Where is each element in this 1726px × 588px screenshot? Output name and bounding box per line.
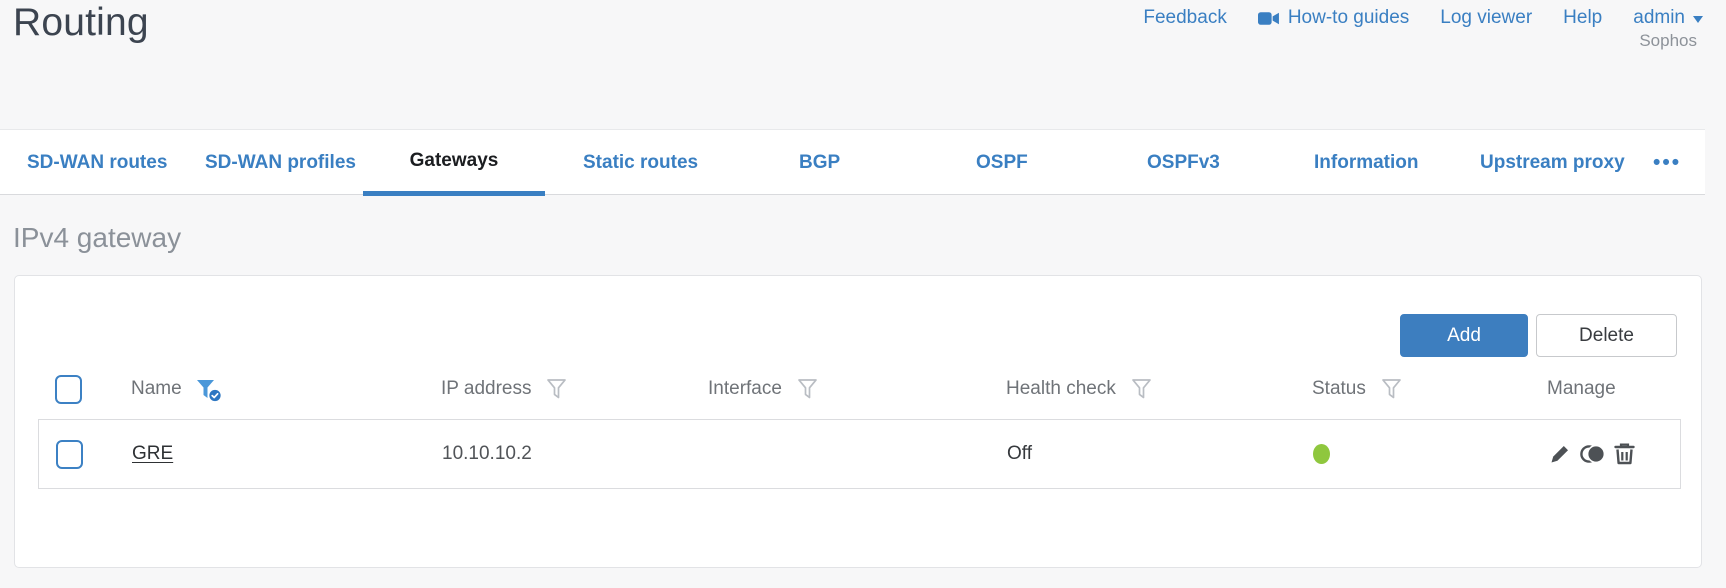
- feedback-link[interactable]: Feedback: [1143, 7, 1226, 29]
- tab-sdwan-routes[interactable]: SD-WAN routes: [27, 130, 167, 195]
- tab-information[interactable]: Information: [1314, 130, 1419, 195]
- section-title: IPv4 gateway: [13, 222, 182, 253]
- tab-ospf[interactable]: OSPF: [976, 130, 1028, 195]
- gateway-health-check-value: Off: [1007, 443, 1032, 464]
- gateway-table-card: Add Delete Name IP address Interface Hea…: [14, 275, 1702, 568]
- ip-address-filter-icon[interactable]: [545, 377, 568, 401]
- tab-static-routes[interactable]: Static routes: [583, 130, 698, 195]
- manage-actions: [1548, 442, 1636, 466]
- table-row: GRE 10.10.10.2 Off: [38, 419, 1681, 489]
- gateway-name-link[interactable]: GRE: [132, 443, 173, 465]
- status-filter-icon[interactable]: [1380, 377, 1403, 401]
- brand-label: Sophos: [1639, 31, 1697, 50]
- chevron-down-icon: [1693, 16, 1703, 23]
- tab-bgp[interactable]: BGP: [799, 130, 840, 195]
- column-header-health-check: Health check: [1006, 378, 1116, 399]
- column-header-manage: Manage: [1547, 378, 1616, 399]
- tab-more-menu[interactable]: •••: [1653, 130, 1681, 195]
- column-header-interface: Interface: [708, 378, 782, 399]
- clone-icon[interactable]: [1579, 442, 1606, 466]
- table-header-row: Name IP address Interface Health check S…: [38, 366, 1681, 412]
- table-toolbar: Add Delete: [1400, 314, 1677, 357]
- gateway-ip-value: 10.10.10.2: [442, 443, 532, 464]
- interface-filter-icon[interactable]: [796, 377, 819, 401]
- column-header-status: Status: [1312, 378, 1366, 399]
- status-up-indicator: [1313, 444, 1330, 464]
- name-filter-active-icon[interactable]: [195, 378, 224, 404]
- add-button[interactable]: Add: [1400, 314, 1528, 357]
- select-all-checkbox[interactable]: [55, 374, 82, 404]
- tab-gateways[interactable]: Gateways: [363, 130, 545, 196]
- tab-upstream-proxy[interactable]: Upstream proxy: [1480, 130, 1625, 195]
- video-camera-icon: [1257, 11, 1279, 25]
- tab-bar: SD-WAN routes SD-WAN profiles Gateways S…: [0, 129, 1705, 196]
- edit-icon[interactable]: [1548, 442, 1572, 466]
- tab-sdwan-profiles[interactable]: SD-WAN profiles: [205, 130, 356, 195]
- delete-icon[interactable]: [1613, 442, 1636, 466]
- tab-ospfv3[interactable]: OSPFv3: [1147, 130, 1220, 195]
- page-title: Routing: [13, 1, 149, 44]
- column-header-ip-address: IP address: [441, 378, 532, 399]
- column-header-name: Name: [131, 378, 182, 399]
- howto-guides-link[interactable]: How-to guides: [1257, 7, 1409, 29]
- header-links: Feedback How-to guides Log viewer Help a…: [1143, 7, 1703, 29]
- delete-button[interactable]: Delete: [1536, 314, 1677, 357]
- log-viewer-link[interactable]: Log viewer: [1440, 7, 1532, 29]
- admin-menu[interactable]: admin: [1633, 7, 1703, 29]
- health-check-filter-icon[interactable]: [1130, 377, 1153, 401]
- row-checkbox[interactable]: [56, 439, 83, 469]
- help-link[interactable]: Help: [1563, 7, 1602, 29]
